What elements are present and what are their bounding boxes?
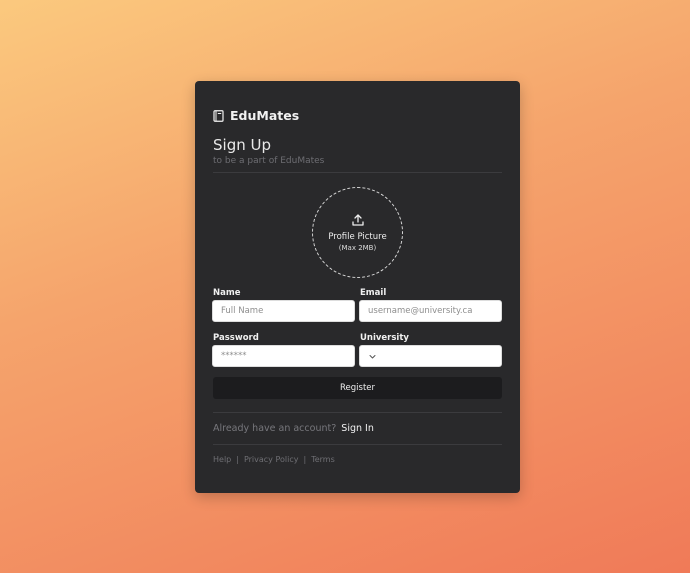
email-field[interactable] [359, 300, 502, 322]
privacy-policy-link[interactable]: Privacy Policy [244, 455, 299, 464]
password-field[interactable] [212, 345, 355, 367]
signup-card: EduMates Sign Up to be a part of EduMate… [195, 81, 520, 493]
chevron-down-icon [369, 354, 376, 358]
account-prompt-text: Already have an account? [213, 423, 337, 434]
upload-hint: (Max 2MB) [338, 244, 377, 252]
university-label: University [360, 333, 409, 343]
name-label: Name [213, 288, 241, 298]
upload-icon [351, 214, 364, 226]
email-label: Email [360, 288, 387, 298]
divider [213, 412, 502, 413]
university-select[interactable] [359, 345, 502, 367]
footer-links: Help | Privacy Policy | Terms [213, 455, 335, 464]
divider [213, 172, 502, 173]
divider [213, 444, 502, 445]
page-title: Sign Up [213, 136, 271, 154]
account-prompt: Already have an account? Sign In [213, 423, 374, 434]
brand: EduMates [213, 108, 299, 123]
sign-in-link[interactable]: Sign In [341, 423, 374, 434]
footer-separator: | [303, 455, 307, 464]
footer-separator: | [236, 455, 239, 464]
help-link[interactable]: Help [213, 455, 231, 464]
register-button[interactable]: Register [213, 377, 502, 399]
password-label: Password [213, 333, 259, 343]
name-field[interactable] [212, 300, 355, 322]
profile-picture-upload[interactable]: Profile Picture (Max 2MB) [312, 187, 403, 278]
terms-link[interactable]: Terms [311, 455, 335, 464]
brand-name: EduMates [230, 108, 300, 123]
page-subtitle: to be a part of EduMates [213, 156, 325, 166]
book-icon [213, 109, 224, 122]
upload-label: Profile Picture [328, 232, 387, 242]
